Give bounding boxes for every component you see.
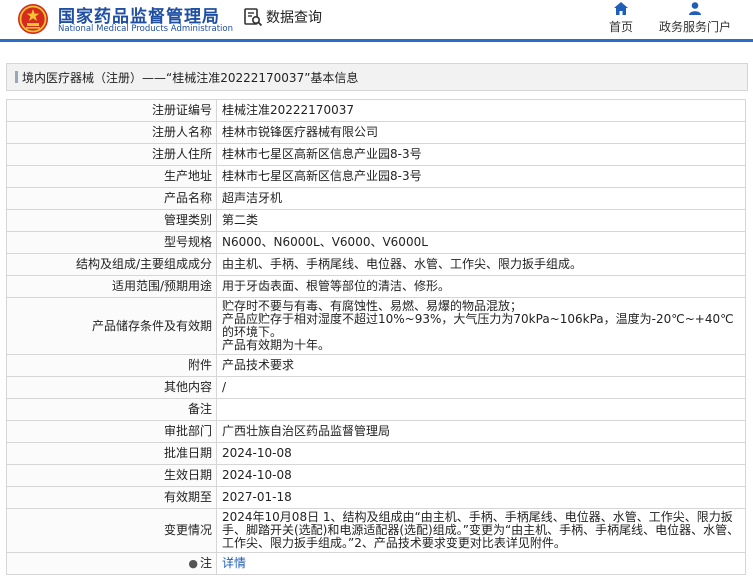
national-emblem-icon bbox=[18, 4, 48, 34]
field-label-storage: 产品储存条件及有效期 bbox=[6, 297, 217, 355]
field-value-attachment: 产品技术要求 bbox=[216, 354, 746, 377]
table-row: 批准日期 2024-10-08 bbox=[6, 442, 746, 465]
field-value-registrant: 桂林市锐锋医疗器械有限公司 bbox=[216, 121, 746, 144]
record-title-bar: 境内医疗器械（注册）——“桂械注准20222170037”基本信息 bbox=[6, 63, 748, 91]
table-row: 备注 bbox=[6, 398, 746, 421]
home-icon bbox=[614, 2, 628, 15]
field-label-reg-no: 注册证编号 bbox=[6, 99, 217, 122]
table-row: 结构及组成/主要组成成分 由主机、手柄、手柄尾线、电位器、水管、工作尖、限力扳手… bbox=[6, 253, 746, 276]
table-row: 变更情况 2024年10月08日 1、结构及组成由“由主机、手柄、手柄尾线、电位… bbox=[6, 508, 746, 553]
table-row: 有效期至 2027-01-18 bbox=[6, 486, 746, 509]
table-row: 注册人住所 桂林市七星区高新区信息产业园8-3号 bbox=[6, 143, 746, 166]
field-value-scope: 用于牙齿表面、根管等部位的清洁、修形。 bbox=[216, 275, 746, 298]
data-query-icon bbox=[244, 8, 263, 27]
page-title: 境内医疗器械（注册）——“桂械注准20222170037”基本信息 bbox=[22, 70, 359, 85]
field-label-registrant-address: 注册人住所 bbox=[6, 143, 217, 166]
table-row: 产品储存条件及有效期 贮存时不要与有毒、有腐蚀性、易燃、易爆的物品混放； 产品应… bbox=[6, 297, 746, 355]
table-row: 产品名称 超声洁牙机 bbox=[6, 187, 746, 210]
table-row: 其他内容 / bbox=[6, 376, 746, 399]
field-value-changes: 2024年10月08日 1、结构及组成由“由主机、手柄、手柄尾线、电位器、水管、… bbox=[216, 508, 746, 553]
field-label-attachment: 附件 bbox=[6, 354, 217, 377]
field-value-product-name: 超声洁牙机 bbox=[216, 187, 746, 210]
field-label-remark: 备注 bbox=[6, 398, 217, 421]
field-label-approval-dept: 审批部门 bbox=[6, 420, 217, 443]
table-row: 管理类别 第二类 bbox=[6, 209, 746, 232]
storage-line-2: 产品应贮存于相对湿度不超过10%~93%，大气压力为70kPa~106kPa，温… bbox=[222, 312, 734, 339]
nav-home-label: 首页 bbox=[608, 20, 633, 34]
field-value-approval-dept: 广西壮族自治区药品监督管理局 bbox=[216, 420, 746, 443]
brand-name-en[interactable]: National Medical Products Administration bbox=[58, 24, 233, 34]
table-row: 注册人名称 桂林市锐锋医疗器械有限公司 bbox=[6, 121, 746, 144]
table-row: 附件 产品技术要求 bbox=[6, 354, 746, 377]
table-row: 审批部门 广西壮族自治区药品监督管理局 bbox=[6, 420, 746, 443]
field-value-reg-no: 桂械注准20222170037 bbox=[216, 99, 746, 122]
field-label-expiry: 有效期至 bbox=[6, 486, 217, 509]
table-row: 生产地址 桂林市七星区高新区信息产业园8-3号 bbox=[6, 165, 746, 188]
field-value-storage: 贮存时不要与有毒、有腐蚀性、易燃、易爆的物品混放； 产品应贮存于相对湿度不超过1… bbox=[216, 297, 746, 355]
field-label-effective-date: 生效日期 bbox=[6, 464, 217, 487]
field-value-structure: 由主机、手柄、手柄尾线、电位器、水管、工作尖、限力扳手组成。 bbox=[216, 253, 746, 276]
field-label-structure: 结构及组成/主要组成成分 bbox=[6, 253, 217, 276]
nav-home[interactable]: 首页 bbox=[603, 2, 639, 35]
field-label-category: 管理类别 bbox=[6, 209, 217, 232]
nav-gov-portal[interactable]: 政务服务门户 bbox=[657, 2, 733, 35]
device-info-table: 注册证编号 桂械注准20222170037 注册人名称 桂林市锐锋医疗器械有限公… bbox=[6, 99, 746, 575]
field-value-approval-date: 2024-10-08 bbox=[216, 442, 746, 465]
table-row: 注册证编号 桂械注准20222170037 bbox=[6, 99, 746, 122]
field-label-changes: 变更情况 bbox=[6, 508, 217, 553]
title-marker bbox=[15, 71, 18, 83]
field-value-effective-date: 2024-10-08 bbox=[216, 464, 746, 487]
field-value-remark bbox=[216, 398, 746, 421]
table-row: 型号规格 N6000、N6000L、V6000、V6000L bbox=[6, 231, 746, 254]
data-query-button[interactable]: 数据查询 bbox=[243, 6, 322, 28]
field-label-model: 型号规格 bbox=[6, 231, 217, 254]
field-label-production-address: 生产地址 bbox=[6, 165, 217, 188]
table-row: 适用范围/预期用途 用于牙齿表面、根管等部位的清洁、修形。 bbox=[6, 275, 746, 298]
note-label-text: 注 bbox=[199, 556, 212, 570]
site-header: 国家药品监督管理局 National Medical Products Admi… bbox=[0, 0, 753, 42]
field-label-registrant: 注册人名称 bbox=[6, 121, 217, 144]
table-row: 生效日期 2024-10-08 bbox=[6, 464, 746, 487]
field-label-other: 其他内容 bbox=[6, 376, 217, 399]
table-row: ● 注 详情 bbox=[6, 552, 746, 575]
data-query-label: 数据查询 bbox=[266, 10, 322, 26]
field-value-model: N6000、N6000L、V6000、V6000L bbox=[216, 231, 746, 254]
storage-line-3: 产品有效期为十年。 bbox=[222, 338, 331, 352]
field-value-registrant-address: 桂林市七星区高新区信息产业园8-3号 bbox=[216, 143, 746, 166]
field-value-category: 第二类 bbox=[216, 209, 746, 232]
field-value-production-address: 桂林市七星区高新区信息产业园8-3号 bbox=[216, 165, 746, 188]
field-value-expiry: 2027-01-18 bbox=[216, 486, 746, 509]
field-value-note: 详情 bbox=[216, 552, 746, 575]
field-label-approval-date: 批准日期 bbox=[6, 442, 217, 465]
user-icon bbox=[689, 2, 701, 15]
details-link[interactable]: 详情 bbox=[222, 556, 246, 570]
field-label-scope: 适用范围/预期用途 bbox=[6, 275, 217, 298]
field-value-other: / bbox=[216, 376, 746, 399]
map-pin-icon: ● bbox=[188, 557, 198, 570]
field-label-note: ● 注 bbox=[6, 552, 217, 575]
field-label-product-name: 产品名称 bbox=[6, 187, 217, 210]
nav-gov-portal-label: 政务服务门户 bbox=[658, 20, 731, 34]
